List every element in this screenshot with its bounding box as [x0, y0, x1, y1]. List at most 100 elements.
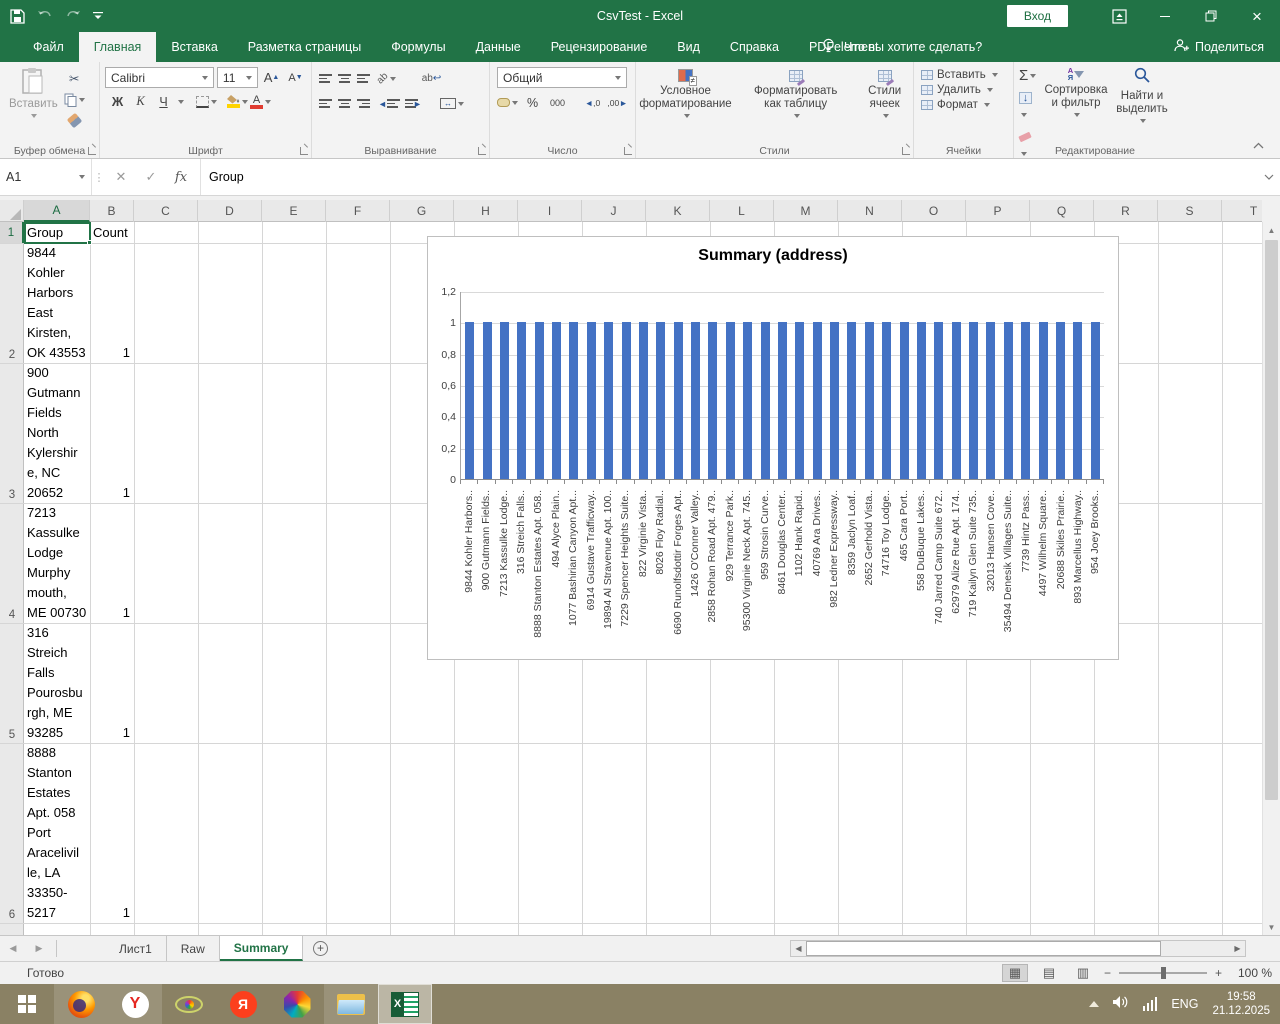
scroll-up-icon[interactable]: ▲: [1263, 222, 1280, 238]
fill-icon[interactable]: ↓: [1019, 88, 1037, 124]
zoom-in-icon[interactable]: +: [1215, 966, 1222, 980]
column-header-H[interactable]: H: [454, 200, 518, 222]
next-sheet-icon[interactable]: ▶: [26, 936, 52, 961]
chart-bar[interactable]: [934, 322, 944, 479]
font-dialog-launcher[interactable]: [300, 147, 308, 155]
font-color-icon[interactable]: А: [250, 92, 271, 111]
chart-summary-address[interactable]: Summary (address) 1,2 1 0,8 0,6 0,4 0,2 0 9844 …: [427, 236, 1119, 660]
cell-B2[interactable]: 1: [91, 343, 130, 363]
underline-button[interactable]: Ч: [153, 92, 174, 111]
chart-bar[interactable]: [847, 322, 857, 479]
find-select-button[interactable]: Найти и выделить: [1111, 65, 1173, 123]
cell-B3[interactable]: 1: [91, 483, 130, 503]
chart-bar[interactable]: [534, 322, 544, 479]
sheet-tab-Raw[interactable]: Raw: [167, 936, 220, 961]
column-header-K[interactable]: K: [646, 200, 710, 222]
cell-A6[interactable]: 8888 Stanton Estates Apt. 058 Port Aracelivil…: [27, 743, 88, 923]
name-box[interactable]: A1: [0, 159, 92, 195]
volume-icon[interactable]: [1112, 995, 1129, 1014]
merge-center-icon[interactable]: ↔: [440, 94, 464, 113]
ribbon-tab-Файл[interactable]: Файл: [18, 32, 79, 62]
cell-B6[interactable]: 1: [91, 903, 130, 923]
chart-bar[interactable]: [812, 322, 822, 479]
expand-formula-bar-icon[interactable]: [1258, 159, 1280, 195]
taskbar-excel[interactable]: X: [378, 984, 432, 1024]
ribbon-tab-Данные[interactable]: Данные: [461, 32, 536, 62]
formula-input[interactable]: Group: [201, 159, 1258, 195]
copy-icon[interactable]: [64, 90, 85, 109]
delete-cells-button[interactable]: Удалить: [921, 84, 1010, 96]
row-header-5[interactable]: 5: [0, 623, 24, 743]
taskbar-file-explorer[interactable]: [324, 984, 378, 1024]
align-middle-icon[interactable]: [338, 74, 351, 83]
network-icon[interactable]: [1142, 997, 1158, 1011]
insert-cells-button[interactable]: Вставить: [921, 69, 1010, 81]
sort-filter-button[interactable]: АЯ Сортировка и фильтр: [1041, 65, 1111, 117]
row-header-6[interactable]: 6: [0, 743, 24, 923]
ribbon-tab-Рецензирование[interactable]: Рецензирование: [536, 32, 663, 62]
confirm-entry-icon[interactable]: ✓: [136, 169, 166, 185]
cell-styles-button[interactable]: Стили ячеек: [854, 68, 916, 118]
cell-B4[interactable]: 1: [91, 603, 130, 623]
orientation-icon[interactable]: ab: [375, 69, 397, 88]
borders-icon[interactable]: [196, 92, 217, 111]
chart-bar[interactable]: [552, 322, 562, 479]
worksheet-grid[interactable]: 1 Group Count 2 9844 Kohler Harbors East Kirsten…: [0, 222, 1262, 935]
chart-bar[interactable]: [795, 322, 805, 479]
column-header-F[interactable]: F: [326, 200, 390, 222]
chart-bar[interactable]: [777, 322, 787, 479]
scroll-right-icon[interactable]: ▶: [1230, 941, 1245, 956]
format-painter-icon[interactable]: [64, 111, 85, 130]
column-header-E[interactable]: E: [262, 200, 326, 222]
align-bottom-icon[interactable]: [357, 74, 370, 83]
column-header-L[interactable]: L: [710, 200, 774, 222]
chart-bar[interactable]: [969, 322, 979, 479]
row-header-1[interactable]: 1: [0, 222, 24, 243]
column-header-N[interactable]: N: [838, 200, 902, 222]
chart-bar[interactable]: [830, 322, 840, 479]
font-size-select[interactable]: 11: [216, 67, 258, 88]
ribbon-tab-Главная[interactable]: Главная: [78, 32, 157, 62]
new-sheet-button[interactable]: +: [303, 936, 337, 961]
chart-bar[interactable]: [864, 322, 874, 479]
chart-bar[interactable]: [482, 322, 492, 479]
format-cells-button[interactable]: Формат: [921, 99, 1010, 111]
vertical-scroll-thumb[interactable]: [1265, 240, 1278, 800]
chart-bar[interactable]: [499, 322, 509, 479]
ribbon-tab-Справка[interactable]: Справка: [715, 32, 794, 62]
sign-in-button[interactable]: Вход: [1006, 5, 1068, 27]
comma-style-icon[interactable]: 000: [547, 93, 568, 112]
increase-decimal-icon[interactable]: ◄ ,0: [582, 93, 603, 112]
chart-bar[interactable]: [708, 322, 718, 479]
chart-bar[interactable]: [465, 322, 475, 479]
taskbar-color-app[interactable]: [270, 984, 324, 1024]
column-header-S[interactable]: S: [1158, 200, 1222, 222]
formula-bar-handle[interactable]: ⋮: [92, 159, 106, 195]
clipboard-dialog-launcher[interactable]: [88, 147, 96, 155]
zoom-thumb[interactable]: [1160, 967, 1166, 979]
zoom-slider[interactable]: − +: [1104, 966, 1222, 980]
chart-bar[interactable]: [760, 322, 770, 479]
column-header-C[interactable]: C: [134, 200, 198, 222]
scroll-left-icon[interactable]: ◀: [791, 941, 806, 956]
align-right-icon[interactable]: [357, 99, 370, 108]
chart-bar[interactable]: [725, 322, 735, 479]
chart-bar[interactable]: [1021, 322, 1031, 479]
ribbon-tab-Разметка страницы[interactable]: Разметка страницы: [233, 32, 376, 62]
currency-icon[interactable]: [497, 93, 518, 112]
decrease-indent-icon[interactable]: ◄: [376, 94, 400, 113]
sheet-tab-Summary[interactable]: Summary: [219, 936, 304, 961]
italic-button[interactable]: К: [130, 92, 151, 111]
cut-icon[interactable]: ✂: [64, 69, 85, 88]
ribbon-tab-Вставка[interactable]: Вставка: [156, 32, 232, 62]
column-header-Q[interactable]: Q: [1030, 200, 1094, 222]
align-top-icon[interactable]: [319, 74, 332, 83]
chart-bar[interactable]: [1073, 322, 1083, 479]
chart-bar[interactable]: [1038, 322, 1048, 479]
chart-bar[interactable]: [882, 322, 892, 479]
column-header-G[interactable]: G: [390, 200, 454, 222]
prev-sheet-icon[interactable]: ◀: [0, 936, 26, 961]
page-break-view-icon[interactable]: ▥: [1070, 964, 1096, 982]
ribbon-display-options-icon[interactable]: [1096, 0, 1142, 32]
insert-function-icon[interactable]: fx: [166, 170, 196, 185]
